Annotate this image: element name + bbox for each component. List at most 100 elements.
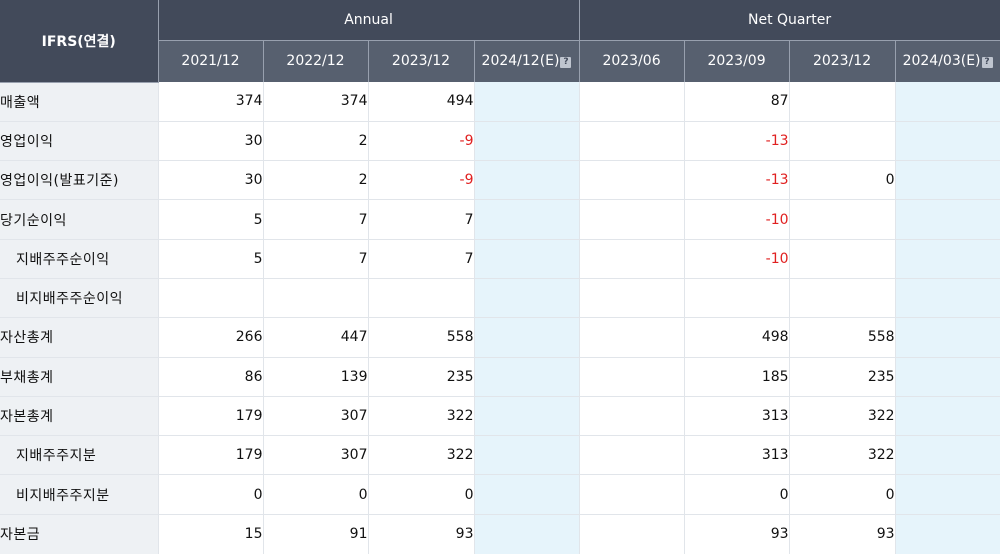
table-cell: 7: [368, 239, 475, 279]
table-cell: -9: [368, 160, 475, 201]
table-cell: 322: [368, 396, 475, 437]
table-row: 당기순이익 5 7 7 -10: [0, 199, 1000, 240]
table-cell: [789, 82, 896, 122]
table-cell: [474, 435, 580, 476]
table-cell: [895, 239, 1000, 279]
table-cell: 447: [263, 317, 369, 358]
table-cell: [579, 357, 685, 397]
table-cell: 7: [263, 199, 369, 240]
col-header-annual-3: 2023/12: [368, 40, 475, 82]
question-icon[interactable]: ?: [981, 57, 993, 69]
table-cell: 0: [684, 474, 790, 515]
table-cell: [579, 396, 685, 437]
table-cell: [895, 82, 1000, 122]
table-body: 매출액 374 374 494 87 영업이익 30 2 -9 -13 영업이익(발표기준) 30 2-…: [0, 82, 1000, 554]
table-cell: 185: [684, 357, 790, 397]
table-cell: 235: [789, 357, 896, 397]
row-label: 매출액: [0, 82, 159, 122]
table-cell: 179: [158, 435, 264, 476]
table-cell: 307: [263, 435, 369, 476]
table-cell: 86: [158, 357, 264, 397]
table-cell: 93: [789, 514, 896, 554]
table-cell: [474, 121, 580, 162]
table-row: 부채총계 86 139 235 185 235: [0, 357, 1000, 397]
table-cell: 558: [789, 317, 896, 358]
table-cell: [474, 160, 580, 201]
table-row: 자본금 15 91 93 93 93: [0, 514, 1000, 554]
table-cell: 7: [368, 199, 475, 240]
question-icon[interactable]: ?: [560, 57, 572, 69]
row-label: 비지배주주순이익: [0, 278, 159, 319]
table-cell: [579, 317, 685, 358]
row-label: 영업이익(발표기준): [0, 160, 159, 201]
table-cell: 30: [158, 160, 264, 201]
row-label: 자본총계: [0, 396, 159, 437]
col-header-quarter-estimate: 2024/03(E)?: [895, 40, 1000, 82]
row-label: 비지배주주지분: [0, 474, 159, 515]
table-row: 매출액 374 374 494 87: [0, 82, 1000, 122]
row-label: 자산총계: [0, 317, 159, 358]
table-row: 비지배주주지분 0 0 0 0 0: [0, 474, 1000, 515]
table-cell: [789, 121, 896, 162]
table-cell: 179: [158, 396, 264, 437]
ifrs-header: IFRS(연결): [0, 0, 159, 83]
row-label: 자본금: [0, 514, 159, 554]
table-cell: [579, 435, 685, 476]
table-cell: [895, 474, 1000, 515]
table-cell: 2: [263, 121, 369, 162]
table-cell: [895, 435, 1000, 476]
table-cell: [579, 82, 685, 122]
table-cell: [895, 121, 1000, 162]
table-cell: [474, 278, 580, 319]
table-cell: 322: [368, 435, 475, 476]
table-cell: 322: [789, 435, 896, 476]
col-header-annual-2: 2022/12: [263, 40, 369, 82]
annual-group-header: Annual: [158, 0, 580, 41]
table-row: 자산총계 266 447 558 498 558: [0, 317, 1000, 358]
table-cell: [579, 121, 685, 162]
table-cell: [895, 199, 1000, 240]
table-cell: 374: [158, 82, 264, 122]
table-cell: 0: [789, 160, 896, 201]
table-row: 지배주주순이익 5 7 7 -10: [0, 239, 1000, 279]
table-cell: -9: [368, 121, 475, 162]
table-cell: [895, 278, 1000, 319]
table-cell: [579, 278, 685, 319]
table-cell: -10: [684, 199, 790, 240]
table-cell: -10: [684, 239, 790, 279]
table-cell: 7: [263, 239, 369, 279]
row-label: 부채총계: [0, 357, 159, 397]
table-cell: 2: [263, 160, 369, 201]
table-cell: 313: [684, 435, 790, 476]
table-cell: 374: [263, 82, 369, 122]
table-cell: [895, 514, 1000, 554]
table-cell: [579, 160, 685, 201]
financial-summary-table: IFRS(연결) Annual Net Quarter 2021/12 2022…: [0, 0, 1000, 554]
table-cell: 0: [789, 474, 896, 515]
table-cell: [474, 239, 580, 279]
table-cell: [789, 239, 896, 279]
table-row: 비지배주주순이익: [0, 278, 1000, 319]
table-row: 영업이익 30 2 -9 -13: [0, 121, 1000, 162]
table-row: 영업이익(발표기준) 30 2 -9 -13 0: [0, 160, 1000, 201]
table-cell: [895, 396, 1000, 437]
table-cell: 498: [684, 317, 790, 358]
table-cell: 322: [789, 396, 896, 437]
table-row: 자본총계 179 307 322 313 322: [0, 396, 1000, 437]
table-cell: [579, 474, 685, 515]
table-cell: 313: [684, 396, 790, 437]
table-cell: 0: [368, 474, 475, 515]
table-cell: [474, 317, 580, 358]
table-cell: [158, 278, 264, 319]
row-label: 지배주주순이익: [0, 239, 159, 279]
header-row-groups: IFRS(연결) Annual Net Quarter: [0, 0, 1000, 83]
row-label: 지배주주지분: [0, 435, 159, 476]
table-cell: [895, 357, 1000, 397]
table-cell: [263, 278, 369, 319]
table-cell: [895, 317, 1000, 358]
table-cell: [368, 278, 475, 319]
table-cell: 91: [263, 514, 369, 554]
table-cell: 87: [684, 82, 790, 122]
table-cell: 5: [158, 239, 264, 279]
table-cell: [789, 199, 896, 240]
